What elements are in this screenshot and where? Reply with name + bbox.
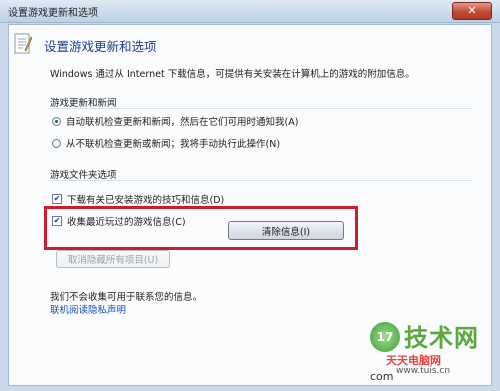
checkbox-download-tips-label: 下载有关已安装游戏的技巧和信息(D): [67, 195, 225, 206]
checkbox-download-tips[interactable]: ✔ 下载有关已安装游戏的技巧和信息(D): [52, 192, 224, 206]
radio-never-check-label: 从不联机检查更新或新闻；我将手动执行此操作(N): [66, 139, 281, 150]
radio-auto-check[interactable]: 自动联机检查更新和新闻，然后在它们可用时通知我(A): [52, 114, 298, 128]
close-icon: ✕: [467, 4, 477, 17]
watermark-url-suffix: com: [370, 370, 394, 383]
radio-auto-check-label: 自动联机检查更新和新闻，然后在它们可用时通知我(A): [66, 117, 299, 128]
radio-never-check[interactable]: 从不联机检查更新或新闻；我将手动执行此操作(N): [52, 136, 280, 150]
updates-group-label: 游戏更新和新闻: [50, 98, 117, 109]
watermark-brand: 技术网: [404, 324, 479, 352]
watermark-url: www.tuis.cn: [396, 366, 451, 376]
privacy-note: 我们不会收集可用于联系您的信息。: [50, 292, 203, 303]
description-text: Windows 通过从 Internet 下载信息，可提供有关安装在计算机上的游…: [50, 69, 415, 80]
privacy-statement-link[interactable]: 联机阅读隐私声明: [50, 302, 126, 316]
dialog-heading: 设置游戏更新和选项: [44, 39, 157, 54]
options-document-icon: [14, 33, 32, 54]
radio-selected-icon: [52, 116, 61, 126]
watermark-badge: 17: [370, 322, 400, 352]
folder-group-label: 游戏文件夹选项: [50, 170, 117, 181]
checkmark-icon: ✔: [52, 194, 62, 204]
divider: [50, 108, 472, 109]
watermark: 17 技术网 天天电脑网 www.tuis.cn com: [370, 318, 495, 386]
window-title: 设置游戏更新和选项: [8, 8, 98, 19]
close-button[interactable]: ✕: [452, 2, 492, 20]
divider: [50, 180, 472, 181]
unhide-all-button[interactable]: 取消隐藏所有项目(U): [56, 250, 170, 268]
radio-unselected-icon: [52, 138, 61, 148]
title-bar: 设置游戏更新和选项 ✕: [0, 0, 500, 23]
annotation-highlight-box: [44, 206, 358, 250]
